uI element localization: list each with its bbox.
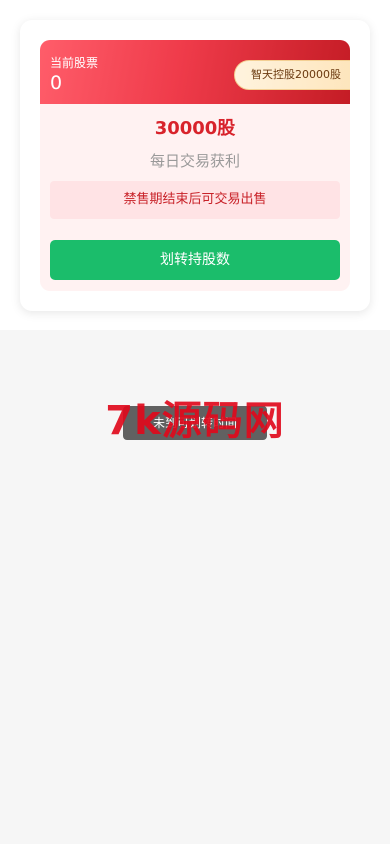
- share-amount: 30000股: [154, 118, 236, 139]
- share-subtitle: 每日交易获利: [149, 152, 240, 170]
- lockup-notice: 禁售期结束后可交易出售: [50, 181, 340, 219]
- company-badge: 智天控股20000股: [234, 60, 350, 90]
- holding-label: 当前股票: [50, 56, 99, 70]
- stock-panel: 当前股票 0 智天控股20000股 30000股 每日交易获利 禁售期结束后可交…: [40, 40, 350, 291]
- stock-card: 当前股票 0 智天控股20000股 30000股 每日交易获利 禁售期结束后可交…: [20, 20, 370, 311]
- holding-header: 当前股票 0 智天控股20000股: [40, 40, 350, 104]
- transfer-button[interactable]: 划转持股数: [50, 240, 340, 280]
- watermark-text: 7k源码网: [105, 398, 285, 444]
- holding-value: 0: [50, 72, 63, 94]
- top-section: 当前股票 0 智天控股20000股 30000股 每日交易获利 禁售期结束后可交…: [0, 0, 390, 330]
